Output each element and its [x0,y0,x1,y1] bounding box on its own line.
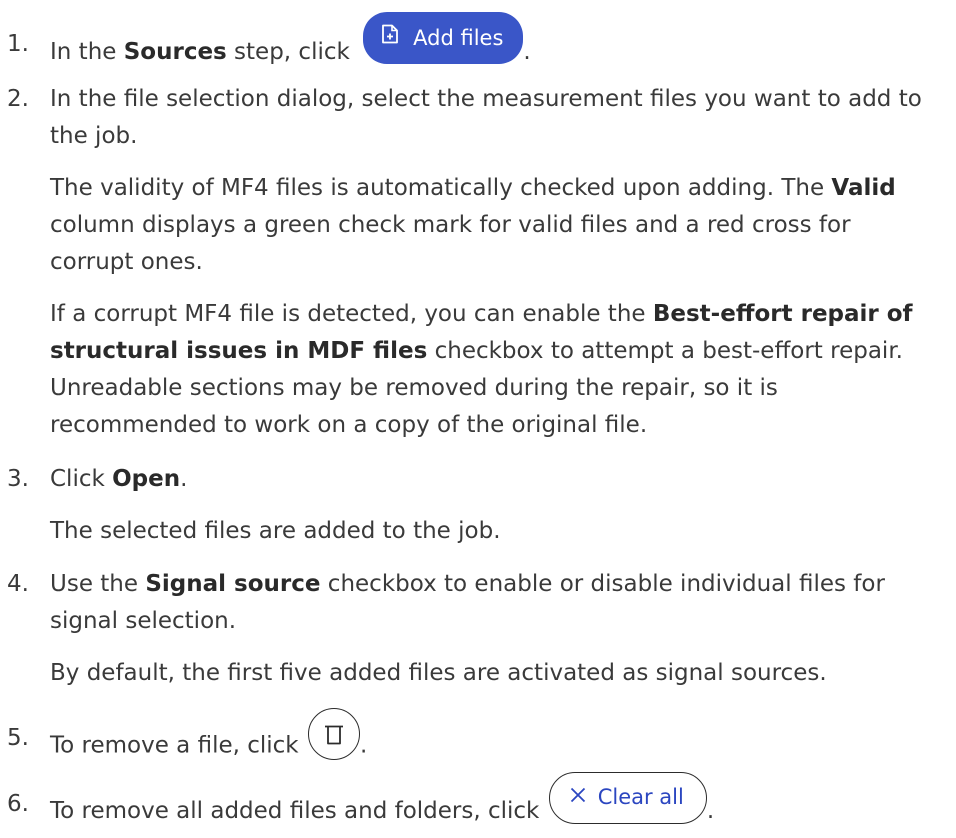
delete-button[interactable] [307,708,360,760]
step-info-validity: The validity of MF4 files is automatical… [50,175,896,275]
ui-term: Valid [831,175,896,201]
step-text: In the Sources step, click Add files. [50,12,955,78]
step-number: 1. [7,31,29,57]
step-text: To remove a file, click . [50,708,955,772]
clear-all-button[interactable]: Clear all [548,772,707,824]
step-info-repair: If a corrupt MF4 file is detected, you c… [50,301,913,438]
instructions-document: 1. In the Sources step, click Add files.… [0,0,956,830]
step-result: By default, the first five added files a… [50,660,827,686]
step-number: 2. [7,86,29,112]
ui-term: Signal source [145,571,321,597]
add-files-button[interactable]: Add files [363,11,524,64]
step-number: 3. [7,466,29,492]
trash-icon [324,725,343,745]
step-text: Click Open. [50,466,188,492]
step-text: To remove all added files and folders, c… [50,772,955,838]
ui-term: Open [112,466,181,492]
ui-term: Sources [123,39,227,65]
step-number: 4. [7,571,29,597]
step-text: In the file selection dialog, select the… [50,86,922,149]
step-text: Use the Signal source checkbox to enable… [50,571,885,634]
close-icon [570,772,586,820]
step-number: 6. [7,791,29,817]
step-result: The selected files are added to the job. [50,518,501,544]
add-file-icon [381,11,399,63]
step-number: 5. [7,725,29,751]
